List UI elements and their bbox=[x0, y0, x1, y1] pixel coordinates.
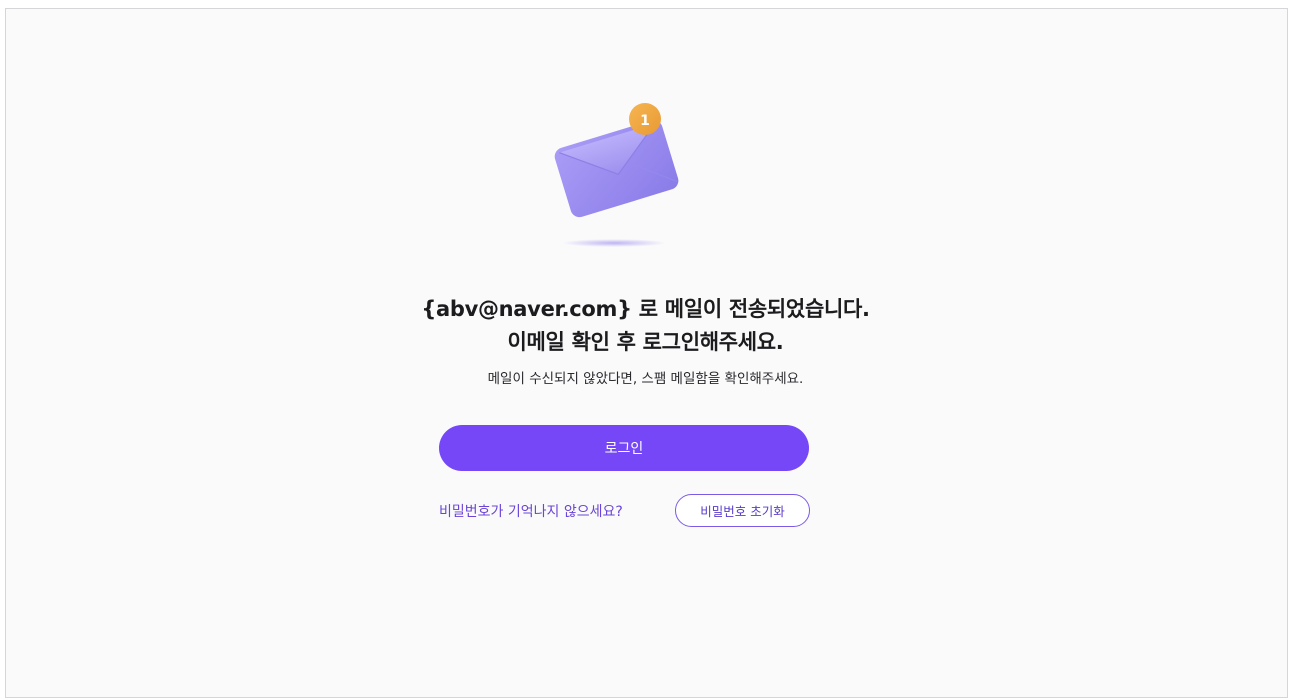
login-button[interactable]: 로그인 bbox=[439, 425, 809, 471]
sent-confirmation-heading: {abv@naver.com} 로 메일이 전송되었습니다. bbox=[421, 297, 870, 321]
envelope-icon: 1 bbox=[554, 103, 679, 247]
forgot-password-text: 비밀번호가 기억나지 않으세요? bbox=[439, 504, 623, 520]
email-sent-illustration: 1 bbox=[540, 95, 690, 255]
notification-badge: 1 bbox=[629, 103, 661, 135]
badge-count: 1 bbox=[640, 113, 650, 129]
login-instruction-heading: 이메일 확인 후 로그인해주세요. bbox=[507, 330, 784, 354]
spam-folder-hint: 메일이 수신되지 않았다면, 스팸 메일함을 확인해주세요. bbox=[487, 371, 804, 387]
reset-password-button[interactable]: 비밀번호 초기화 bbox=[675, 494, 810, 527]
